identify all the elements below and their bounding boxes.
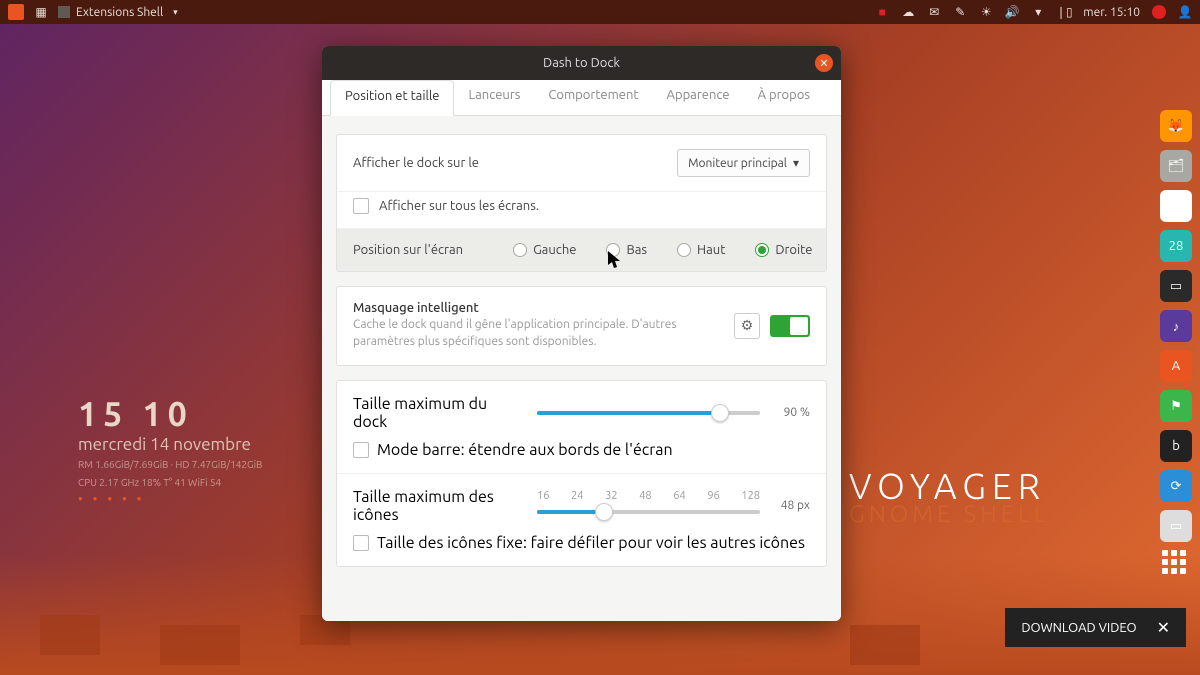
icon-size-slider[interactable] — [537, 510, 760, 514]
terminal-icon[interactable]: ▭ — [1160, 510, 1192, 542]
record-indicator-icon[interactable] — [1152, 5, 1166, 19]
window-title: Dash to Dock — [543, 56, 620, 70]
radio-left-label: Gauche — [533, 243, 576, 257]
calendar-day: 28 — [1169, 239, 1184, 253]
volume-icon[interactable]: 🔊 — [1005, 5, 1019, 19]
all-screens-checkbox[interactable] — [353, 198, 369, 214]
circle-b-icon[interactable]: b — [1160, 430, 1192, 462]
monitor-select[interactable]: Moniteur principal ▾ — [677, 149, 810, 177]
tab-appearance[interactable]: Apparence — [653, 80, 744, 115]
chevron-down-icon: ▾ — [173, 7, 178, 18]
voyager-subtitle: GNOME SHELL — [849, 500, 1050, 527]
clock-label[interactable]: mer. 15:10 — [1083, 6, 1140, 19]
software-icon[interactable]: A — [1160, 350, 1192, 382]
user-icon[interactable]: 👤 — [1178, 5, 1192, 19]
tick-32: 32 — [605, 490, 617, 502]
record-icon[interactable]: ■ — [875, 5, 889, 19]
tab-position[interactable]: Position et taille — [330, 80, 454, 116]
ubuntu-logo-icon[interactable] — [8, 4, 24, 20]
tick-64: 64 — [673, 490, 685, 502]
icon-size-value: 48 px — [774, 499, 810, 512]
all-screens-label: Afficher sur tous les écrans. — [379, 199, 539, 213]
dock-size-slider[interactable] — [537, 411, 760, 415]
files-icon[interactable]: 🗂 — [1160, 150, 1192, 182]
dock-size-label: Taille maximum du dock — [353, 395, 523, 431]
tweaks-icon[interactable]: ⚑ — [1160, 390, 1192, 422]
intellihide-desc: Cache le dock quand il gêne l'applicatio… — [353, 317, 724, 351]
shell-app-icon — [58, 6, 70, 18]
battery-icon[interactable]: ❘▯ — [1057, 5, 1071, 19]
intellihide-title: Masquage intelligent — [353, 301, 724, 315]
close-window-icon[interactable]: ✕ — [815, 54, 833, 72]
radio-top[interactable]: Haut — [677, 243, 725, 257]
chevron-down-icon: ▾ — [793, 156, 799, 170]
widget-dots: ● ● ● ● ● — [78, 494, 262, 503]
widget-stats2: CPU 2.17 GHz 18% T° 41 WiFi 54 — [78, 476, 262, 490]
settings-window: Dash to Dock ✕ Position et taille Lanceu… — [322, 46, 841, 621]
mail-icon[interactable]: ✉ — [927, 5, 941, 19]
sync-icon[interactable]: ⟳ — [1160, 470, 1192, 502]
monitor-label: Afficher le dock sur le — [353, 156, 479, 170]
wallpaper-text: VOYAGER GNOME SHELL — [849, 465, 1050, 527]
tab-behavior[interactable]: Comportement — [534, 80, 652, 115]
tab-bar: Position et taille Lanceurs Comportement… — [322, 80, 841, 116]
panel-mode-label: Mode barre: étendre aux bords de l'écran — [377, 441, 673, 459]
tick-16: 16 — [537, 490, 549, 502]
intellihide-settings-icon[interactable]: ⚙ — [734, 313, 760, 339]
radio-icon — [755, 243, 769, 257]
dock-size-value: 90 % — [774, 406, 810, 419]
video-icon[interactable]: ▭ — [1160, 270, 1192, 302]
monitor-select-value: Moniteur principal — [688, 157, 787, 170]
radio-bottom-label: Bas — [626, 243, 647, 257]
radio-top-label: Haut — [697, 243, 725, 257]
wifi-icon[interactable]: ▾ — [1031, 5, 1045, 19]
desktop-clock-widget: 15 10 mercredi 14 novembre RM 1.66GiB/7.… — [78, 395, 262, 503]
fixed-icon-label: Taille des icônes fixe: faire défiler po… — [377, 534, 805, 552]
firefox-icon[interactable]: 🦊 — [1160, 110, 1192, 142]
tick-128: 128 — [741, 490, 760, 502]
calendar-icon[interactable]: 28 — [1160, 230, 1192, 262]
widget-time: 15 10 — [78, 395, 262, 433]
activities-icon[interactable]: ▦ — [34, 5, 48, 19]
radio-icon — [606, 243, 620, 257]
app-menu-label: Extensions Shell — [76, 6, 163, 19]
close-banner-icon[interactable]: ✕ — [1157, 618, 1170, 637]
app-menu[interactable]: Extensions Shell ▾ — [58, 6, 178, 19]
brightness-icon[interactable]: ☀ — [979, 5, 993, 19]
radio-icon — [677, 243, 691, 257]
window-titlebar[interactable]: Dash to Dock ✕ — [322, 46, 841, 80]
download-banner: DOWNLOAD VIDEO ✕ — [1005, 608, 1186, 647]
radio-left[interactable]: Gauche — [513, 243, 576, 257]
icon-size-label: Taille maximum des icônes — [353, 488, 523, 524]
dock: 🦊 🗂 ✎ 28 ▭ ♪ A ⚑ b ⟳ ▭ — [1158, 110, 1194, 578]
tab-launchers[interactable]: Lanceurs — [454, 80, 534, 115]
panel-mode-checkbox[interactable] — [353, 442, 369, 458]
tick-24: 24 — [571, 490, 583, 502]
music-icon[interactable]: ♪ — [1160, 310, 1192, 342]
tick-48: 48 — [639, 490, 651, 502]
position-label: Position sur l'écran — [353, 243, 463, 257]
download-banner-text[interactable]: DOWNLOAD VIDEO — [1021, 621, 1136, 635]
text-editor-icon[interactable]: ✎ — [1160, 190, 1192, 222]
show-apps-icon[interactable] — [1162, 550, 1190, 578]
tab-about[interactable]: À propos — [744, 80, 824, 115]
radio-right[interactable]: Droite — [755, 243, 812, 257]
widget-stats1: RM 1.66GiB/7.69GiB · HD 7.47GiB/142GiB — [78, 458, 262, 472]
edit-icon[interactable]: ✎ — [953, 5, 967, 19]
radio-icon — [513, 243, 527, 257]
intellihide-toggle[interactable] — [770, 315, 810, 337]
widget-date: mercredi 14 novembre — [78, 435, 262, 454]
fixed-icon-checkbox[interactable] — [353, 535, 369, 551]
radio-bottom[interactable]: Bas — [606, 243, 647, 257]
tick-96: 96 — [707, 490, 719, 502]
cloud-icon[interactable]: ☁ — [901, 5, 915, 19]
radio-right-label: Droite — [775, 243, 812, 257]
